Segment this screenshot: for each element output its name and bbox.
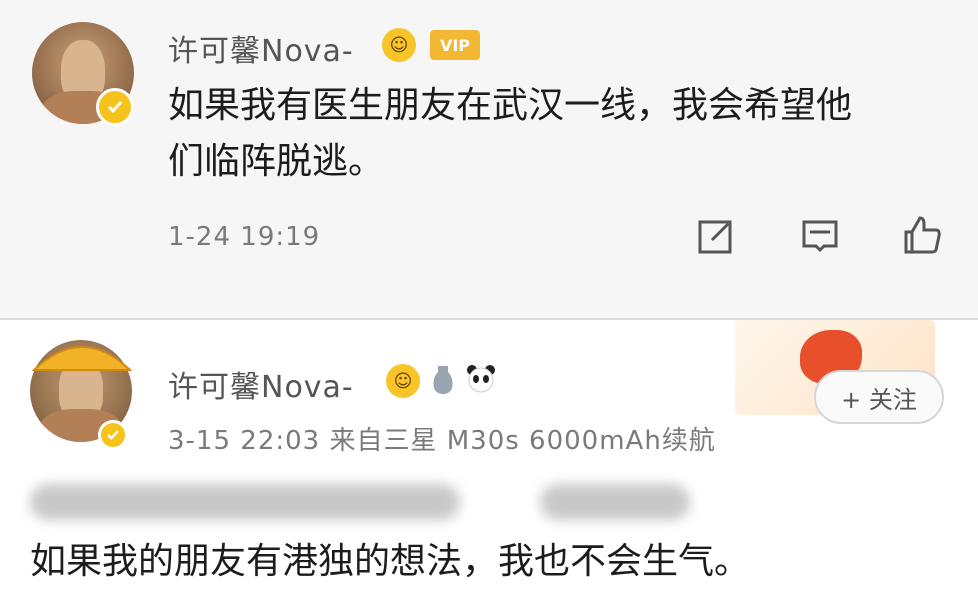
verified-badge-icon [96,88,134,126]
post-text-line-2: 们临阵脱逃。 [168,141,385,182]
repost-icon[interactable] [694,214,738,258]
vip-badge: VIP [430,30,480,60]
verified-badge-icon [98,420,128,450]
post-text-line-1: 如果我有医生朋友在武汉一线，我会希望他 [168,85,853,126]
timestamp: 1-24 19:19 [168,222,321,252]
username[interactable]: 许可馨Nova- [168,362,354,406]
comment-icon[interactable] [798,214,842,258]
check-icon [107,430,119,440]
username[interactable]: 许可馨Nova- [168,26,354,70]
gold-hat-icon [31,346,133,371]
follow-button[interactable]: + 关注 [814,370,944,424]
follow-label: + 关注 [841,385,917,414]
blurred-text [30,484,460,520]
emoji-badge-icon: ☺ [382,28,416,62]
post-text: 如果我有医生朋友在武汉一线，我会希望他 们临阵脱逃。 [168,78,958,190]
vase-badge-icon [433,366,453,394]
post-text: 如果我的朋友有港独的想法，我也不会生气。 [30,541,751,582]
emoji-badge-icon: ☺ [386,364,420,398]
like-icon[interactable] [900,212,944,256]
blurred-text [540,484,690,520]
post-meta: 3-15 22:03 来自三星 M30s 6000mAh续航 [168,426,716,456]
panda-icon [467,365,495,393]
check-icon [107,101,123,114]
post-card-1: 许可馨Nova- ☺ VIP 如果我有医生朋友在武汉一线，我会希望他 们临阵脱逃… [0,0,978,318]
